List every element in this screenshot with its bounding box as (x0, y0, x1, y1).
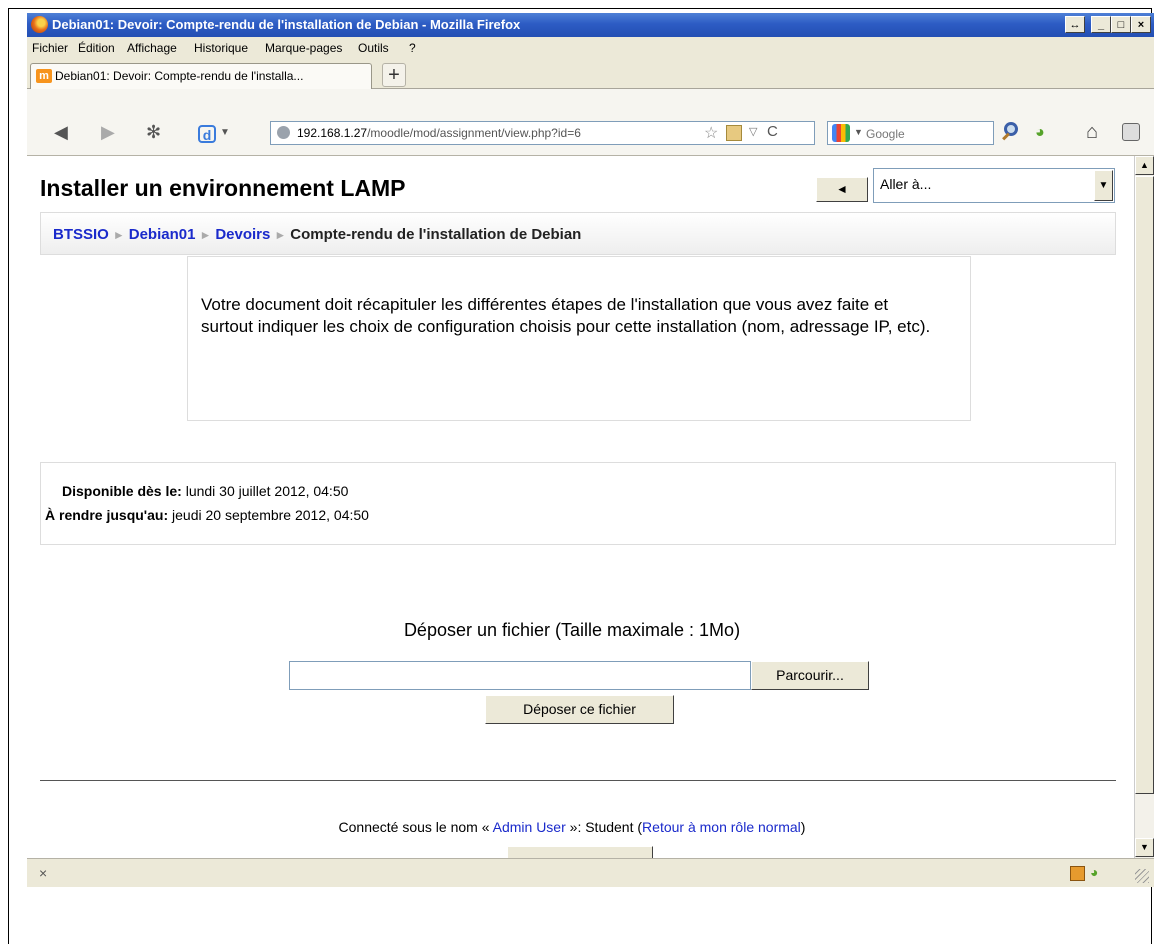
menu-historique[interactable]: Historique (194, 41, 248, 55)
extension-icon[interactable] (1122, 123, 1140, 141)
scroll-down-icon[interactable]: ▼ (1135, 838, 1154, 857)
breadcrumb-btssio[interactable]: BTSSIO (53, 226, 109, 243)
breadcrumb: BTSSIO ► Debian01 ► Devoirs ► Compte-rendu de … (40, 212, 1116, 255)
url-host: 192.168.1.27 (297, 126, 368, 140)
user-profile-link[interactable]: Admin User (493, 819, 566, 835)
menu-affichage[interactable]: Affichage (127, 41, 177, 55)
google-logo-icon[interactable] (832, 124, 850, 142)
globe-icon (277, 126, 290, 139)
page-content: Installer un environnement LAMP ◄ Aller … (27, 156, 1134, 858)
logged-in-info: Connecté sous le nom « Admin User »: Stu… (27, 819, 1117, 835)
tab-bar: m Debian01: Devoir: Compte-rendu de l'in… (27, 59, 1154, 89)
footer-divider (40, 780, 1116, 781)
url-path: /moodle/mod/assignment/view.php?id=6 (367, 126, 581, 140)
tab-label: Debian01: Devoir: Compte-rendu de l'inst… (55, 69, 304, 83)
breadcrumb-debian01[interactable]: Debian01 (129, 226, 196, 243)
close-icon[interactable]: × (39, 865, 47, 881)
close-window-button[interactable]: × (1131, 16, 1151, 33)
vertical-scrollbar[interactable]: ▲ ▼ (1134, 156, 1154, 858)
due-date-label: À rendre jusqu'au: (45, 507, 169, 523)
dates-box: Disponible dès le: lundi 30 juillet 2012… (40, 462, 1116, 545)
window-title: Debian01: Devoir: Compte-rendu de l'inst… (52, 17, 521, 32)
menu-fichier[interactable]: Fichier (32, 41, 68, 55)
menu-help[interactable]: ? (409, 41, 416, 55)
reload-icon[interactable]: C (767, 123, 778, 140)
maximize-button[interactable]: □ (1111, 16, 1131, 33)
url-bar[interactable]: 192.168.1.27/moodle/mod/assignment/view.… (270, 121, 815, 145)
back-icon[interactable]: ◀ (54, 122, 68, 143)
breadcrumb-separator-icon: ► (199, 228, 212, 242)
feed-icon[interactable] (726, 125, 742, 141)
frame-left-border (8, 8, 9, 944)
scrollbar-thumb[interactable] (1135, 176, 1154, 794)
notes-icon[interactable] (1070, 866, 1085, 881)
status-bar: × ◕ (27, 858, 1154, 887)
new-tab-button[interactable]: + (382, 63, 406, 87)
chevron-down-icon[interactable]: ▼ (220, 127, 230, 138)
addon-eye-icon[interactable]: ◕ (1035, 124, 1055, 142)
available-from-row: Disponible dès le: lundi 30 juillet 2012… (62, 483, 348, 499)
logged-in-middle: »: Student ( (569, 819, 643, 835)
forward-icon[interactable]: ▶ (101, 122, 115, 143)
frame-top-border (8, 8, 1152, 9)
firefox-logo-icon (31, 16, 48, 33)
share-icon[interactable]: ✻ (146, 122, 161, 143)
history-dropdown-icon[interactable]: ▽ (749, 125, 757, 138)
jump-to-value: Aller à... (880, 176, 932, 192)
return-normal-role-link[interactable]: Retour à mon rôle normal (642, 819, 801, 835)
assignment-description-box: Votre document doit récapituler les diff… (187, 256, 971, 421)
available-from-label: Disponible dès le: (62, 483, 182, 499)
breadcrumb-separator-icon: ► (112, 228, 125, 242)
tab-assignment[interactable]: m Debian01: Devoir: Compte-rendu de l'in… (30, 63, 372, 89)
restore-button[interactable]: ↔ (1065, 16, 1085, 33)
course-home-button[interactable] (507, 846, 653, 858)
page-title: Installer un environnement LAMP (40, 175, 406, 201)
search-icon-handle (1002, 132, 1010, 141)
logged-in-prefix: Connecté sous le nom « (338, 819, 490, 835)
available-from-value: lundi 30 juillet 2012, 04:50 (185, 483, 349, 499)
breadcrumb-devoirs[interactable]: Devoirs (215, 226, 270, 243)
upload-file-button[interactable]: Déposer ce fichier (485, 695, 674, 724)
delicious-icon[interactable]: d (198, 125, 216, 143)
menu-marque-pages[interactable]: Marque-pages (265, 41, 342, 55)
breadcrumb-current: Compte-rendu de l'installation de Debian (290, 226, 582, 243)
due-date-value: jeudi 20 septembre 2012, 04:50 (172, 507, 369, 523)
browse-button[interactable]: Parcourir... (751, 661, 869, 690)
title-bar: Debian01: Devoir: Compte-rendu de l'inst… (27, 13, 1154, 37)
chevron-down-icon[interactable]: ▼ (1094, 170, 1113, 201)
due-date-row: À rendre jusqu'au: jeudi 20 septembre 20… (45, 507, 369, 523)
search-engine-dropdown-icon[interactable]: ▼ (854, 127, 863, 137)
navigation-toolbar: ◀ ▶ ✻ d ▼ 192.168.1.27/moodle/mod/assign… (27, 89, 1154, 156)
menu-edition[interactable]: Édition (78, 41, 115, 55)
addon-eye-icon[interactable]: ◕ (1090, 864, 1098, 880)
resize-grip-icon[interactable] (1135, 869, 1149, 883)
jump-to-select[interactable]: Aller à... ▼ (873, 168, 1115, 203)
search-bar[interactable]: ▼ Google (827, 121, 994, 145)
home-icon[interactable]: ⌂ (1086, 121, 1098, 144)
assignment-description: Votre document doit récapituler les diff… (201, 295, 931, 336)
file-path-input[interactable] (289, 661, 751, 690)
url-text[interactable]: 192.168.1.27/moodle/mod/assignment/view.… (297, 126, 581, 140)
previous-activity-button[interactable]: ◄ (816, 177, 868, 202)
menu-outils[interactable]: Outils (358, 41, 389, 55)
moodle-icon: m (36, 69, 52, 83)
browser-window: Debian01: Devoir: Compte-rendu de l'inst… (27, 13, 1154, 887)
minimize-button[interactable]: _ (1091, 16, 1111, 33)
menu-bar: Fichier Édition Affichage Historique Mar… (27, 37, 1154, 59)
logged-in-suffix: ) (800, 819, 806, 835)
bookmark-star-icon[interactable]: ☆ (704, 123, 718, 143)
breadcrumb-separator-icon: ► (274, 228, 287, 242)
search-placeholder: Google (866, 127, 905, 141)
upload-title: Déposer un fichier (Taille maximale : 1M… (403, 620, 741, 640)
scroll-up-icon[interactable]: ▲ (1135, 156, 1154, 175)
